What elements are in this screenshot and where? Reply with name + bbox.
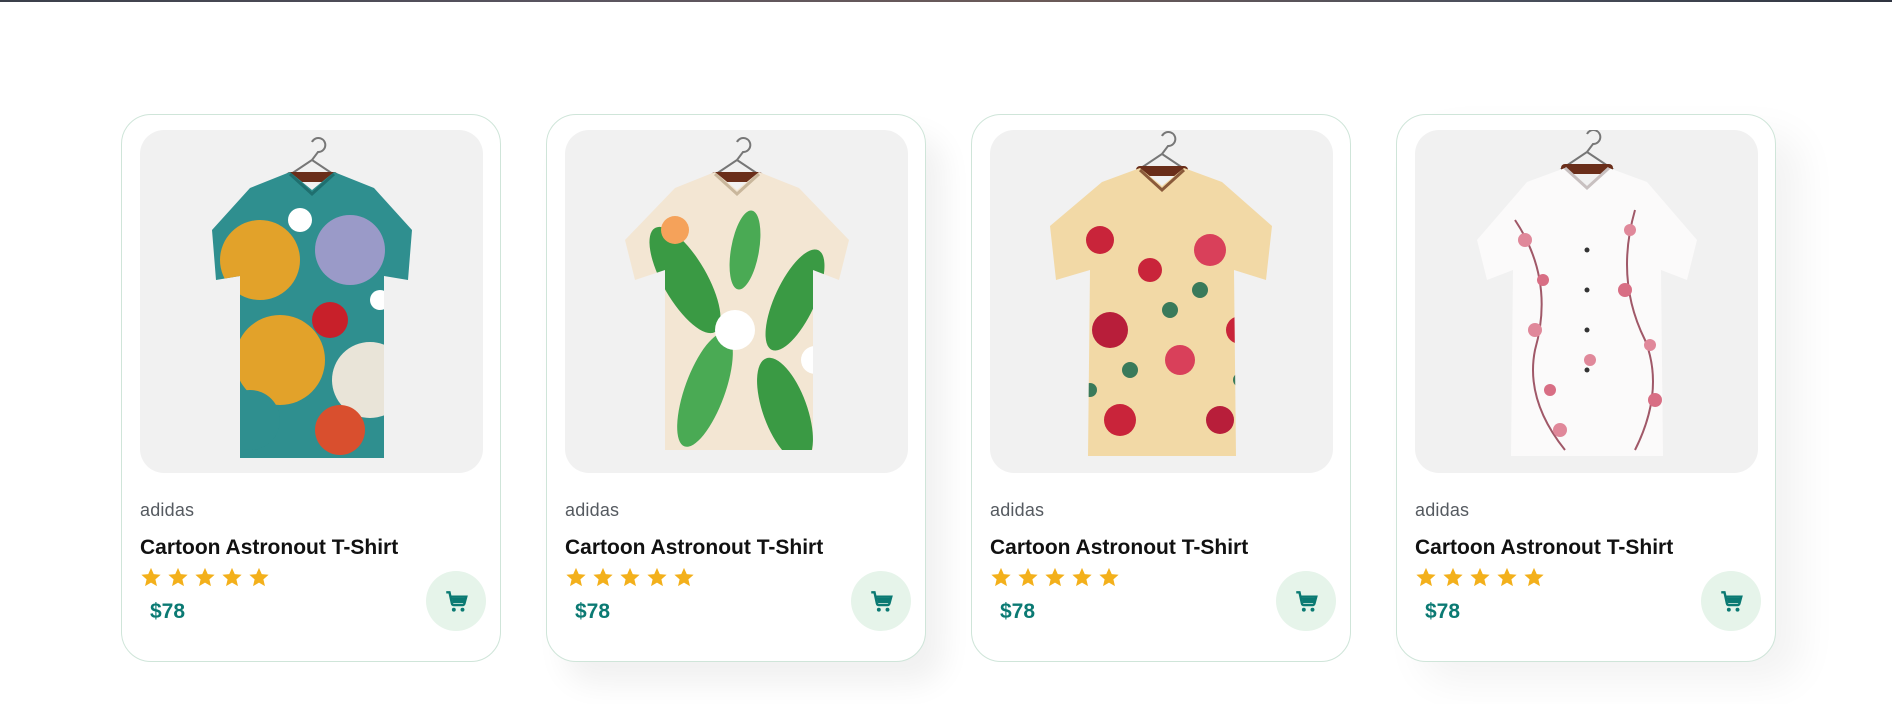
- product-brand: adidas: [990, 500, 1045, 520]
- add-to-cart-button[interactable]: [1276, 571, 1336, 631]
- product-brand: adidas: [140, 500, 195, 520]
- star-icon: [249, 567, 269, 587]
- product-title[interactable]: Cartoon Astronout T-Shirt: [140, 536, 482, 560]
- star-icon: [593, 567, 613, 587]
- shirt-image: [212, 137, 412, 458]
- star-icon: [566, 567, 586, 587]
- add-to-cart-button[interactable]: [1701, 571, 1761, 631]
- shirt-image: [1477, 130, 1697, 456]
- star-icon: [991, 567, 1011, 587]
- product-image[interactable]: [565, 130, 908, 473]
- star-icon: [1045, 567, 1065, 587]
- product-card[interactable]: adidas Cartoon Astronout T-Shirt $78: [1396, 114, 1776, 662]
- cart-icon: [446, 591, 468, 612]
- product-image[interactable]: [1415, 130, 1758, 473]
- add-to-cart-button[interactable]: [426, 571, 486, 631]
- product-list: adidas Cartoon Astronout T-Shirt $78 adi…: [121, 114, 1776, 662]
- star-icon: [647, 567, 667, 587]
- product-image[interactable]: [990, 130, 1333, 473]
- product-card[interactable]: adidas Cartoon Astronout T-Shirt $78: [971, 114, 1351, 662]
- star-icon: [141, 567, 161, 587]
- cart-icon: [1296, 591, 1318, 612]
- star-icon: [1018, 567, 1038, 587]
- product-card[interactable]: adidas Cartoon Astronout T-Shirt $78: [546, 114, 926, 662]
- shirt-image: [1050, 131, 1272, 456]
- star-icon: [1072, 567, 1092, 587]
- star-icon: [1497, 567, 1517, 587]
- cart-icon: [1721, 591, 1743, 612]
- cart-icon: [871, 591, 893, 612]
- product-card[interactable]: adidas Cartoon Astronout T-Shirt $78: [121, 114, 501, 662]
- star-icon: [1416, 567, 1436, 587]
- star-icon: [168, 567, 188, 587]
- shirt-image: [625, 137, 849, 450]
- product-image[interactable]: [140, 130, 483, 473]
- add-to-cart-button[interactable]: [851, 571, 911, 631]
- star-icon: [222, 567, 242, 587]
- star-icon: [1470, 567, 1490, 587]
- top-banner-edge: [0, 0, 1892, 2]
- star-icon: [1524, 567, 1544, 587]
- star-icon: [195, 567, 215, 587]
- star-icon: [1099, 567, 1119, 587]
- star-icon: [1443, 567, 1463, 587]
- product-title[interactable]: Cartoon Astronout T-Shirt: [565, 536, 907, 560]
- product-brand: adidas: [1415, 500, 1470, 520]
- star-icon: [620, 567, 640, 587]
- star-icon: [674, 567, 694, 587]
- product-title[interactable]: Cartoon Astronout T-Shirt: [990, 536, 1332, 560]
- product-brand: adidas: [565, 500, 620, 520]
- product-title[interactable]: Cartoon Astronout T-Shirt: [1415, 536, 1757, 560]
